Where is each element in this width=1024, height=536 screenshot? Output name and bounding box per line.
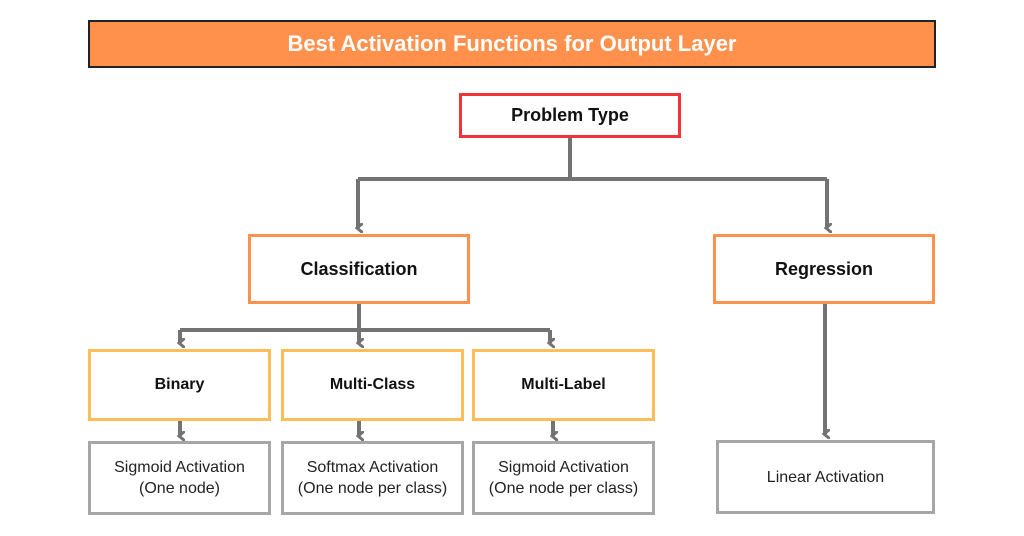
node-multi-label-activation: Sigmoid Activation (One node per class) <box>472 441 655 515</box>
node-multi-class: Multi-Class <box>281 349 464 421</box>
activation-name: Sigmoid Activation <box>114 459 245 476</box>
node-binary: Binary <box>88 349 271 421</box>
node-regression: Regression <box>713 234 935 304</box>
activation-note: (One node) <box>139 480 220 497</box>
node-multi-label: Multi-Label <box>472 349 655 421</box>
activation-note: (One node per class) <box>488 480 639 497</box>
node-classification: Classification <box>248 234 470 304</box>
node-binary-activation: Sigmoid Activation (One node) <box>88 441 271 515</box>
node-linear-activation: Linear Activation <box>716 440 935 514</box>
activation-name: Sigmoid Activation <box>498 459 629 476</box>
node-problem-type: Problem Type <box>459 93 681 138</box>
node-multi-class-activation: Softmax Activation (One node per class) <box>281 441 464 515</box>
activation-note: (One node per class) <box>297 480 448 497</box>
activation-name: Softmax Activation <box>306 459 439 476</box>
diagram-title: Best Activation Functions for Output Lay… <box>88 20 936 68</box>
